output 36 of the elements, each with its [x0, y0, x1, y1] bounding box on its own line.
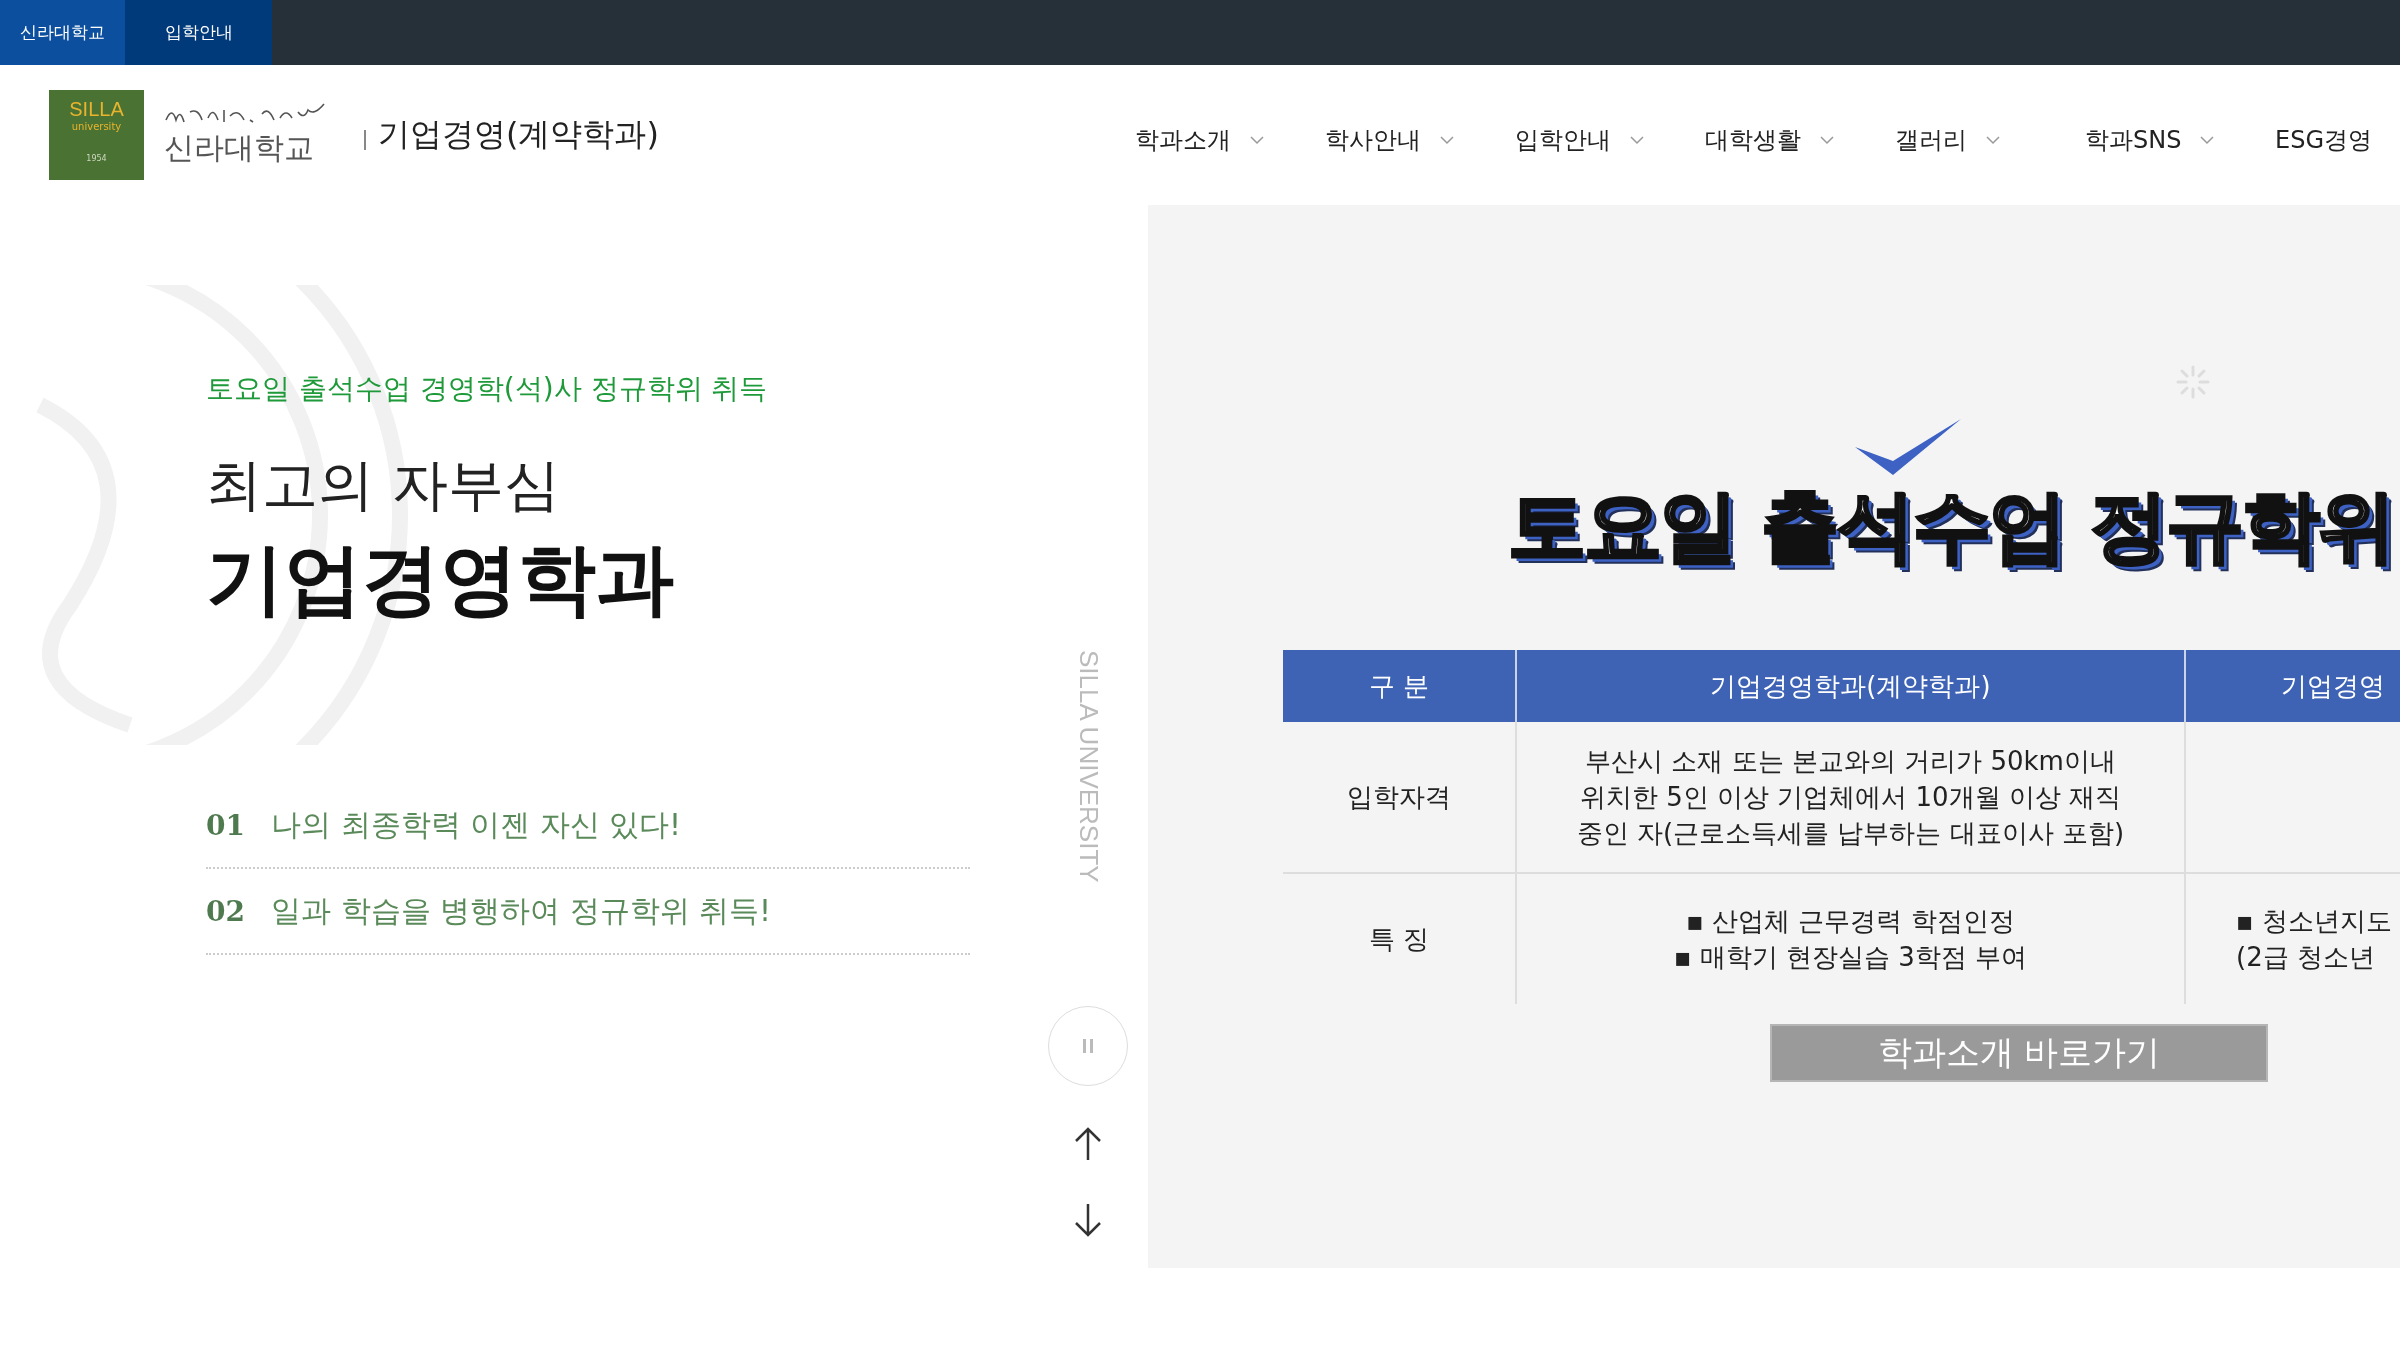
- arrow-down-icon[interactable]: [1073, 1202, 1103, 1238]
- point-text: 나의 최종학력 이젠 자신 있다!: [270, 805, 682, 844]
- hero-title: 최고의 자부심: [206, 451, 561, 519]
- nav-item[interactable]: 대학생활: [1705, 124, 1895, 156]
- table-cell-text: ▪ 산업체 근무경력 학점인정: [1685, 905, 2016, 938]
- column-header: 기업경영: [2185, 650, 2400, 722]
- point-text: 일과 학습을 병행하여 정규학위 취득!: [270, 891, 772, 930]
- column-header: 기업경영학과(계약학과): [1516, 650, 2185, 722]
- arrow-up-icon[interactable]: [1073, 1126, 1103, 1162]
- table-cell-text: 입학자격: [1346, 781, 1452, 814]
- table-cell-text: 특 징: [1367, 923, 1431, 956]
- column-header: 구 분: [1283, 650, 1516, 722]
- top-link[interactable]: 입학안내: [125, 0, 272, 65]
- table-cell-text: ▪ 청소년지도: [2236, 905, 2393, 938]
- nav-item[interactable]: 학사안내: [1325, 124, 1515, 156]
- point-number: 01: [206, 808, 245, 842]
- university-logo[interactable]: SILLA university 1954: [49, 90, 144, 180]
- nav-item[interactable]: 입학안내: [1515, 124, 1705, 156]
- table-cell-text: (2급 청소년: [2236, 941, 2376, 974]
- hero-heading: 기업경영학과: [206, 533, 675, 626]
- university-name: 신라대학교: [164, 128, 315, 167]
- nav-item[interactable]: 학과소개: [1135, 124, 1325, 156]
- nav-item[interactable]: 학과SNS: [2085, 124, 2275, 156]
- table-cell-text: ▪ 매학기 현장실습 3학점 부여: [1672, 941, 2029, 974]
- hero-subtitle: 토요일 출석수업 경영학(석)사 정규학위 취득: [206, 371, 769, 407]
- top-link[interactable]: 신라대학교: [0, 0, 125, 65]
- side-label: SILLA UNIVERSITY: [1072, 650, 1104, 885]
- table-cell-text: 중인 자(근로소득세를 납부하는 대표이사 포함): [1575, 817, 2126, 850]
- pause-icon: [1082, 1038, 1094, 1054]
- department-title[interactable]: 기업경영(계약학과): [378, 113, 659, 157]
- point-number: 02: [206, 894, 245, 928]
- nav-item[interactable]: 갤러리: [1895, 124, 2085, 156]
- nav-item[interactable]: ESG경영: [2275, 124, 2400, 156]
- table-cell-text: 위치한 5인 이상 기업체에서 10개월 이상 재직: [1578, 781, 2123, 814]
- banner-headline: 토요일 출석수업 정규학위: [1508, 480, 2396, 573]
- table-cell-text: 부산시 소재 또는 본교와의 거리가 50km이내: [1584, 745, 2117, 778]
